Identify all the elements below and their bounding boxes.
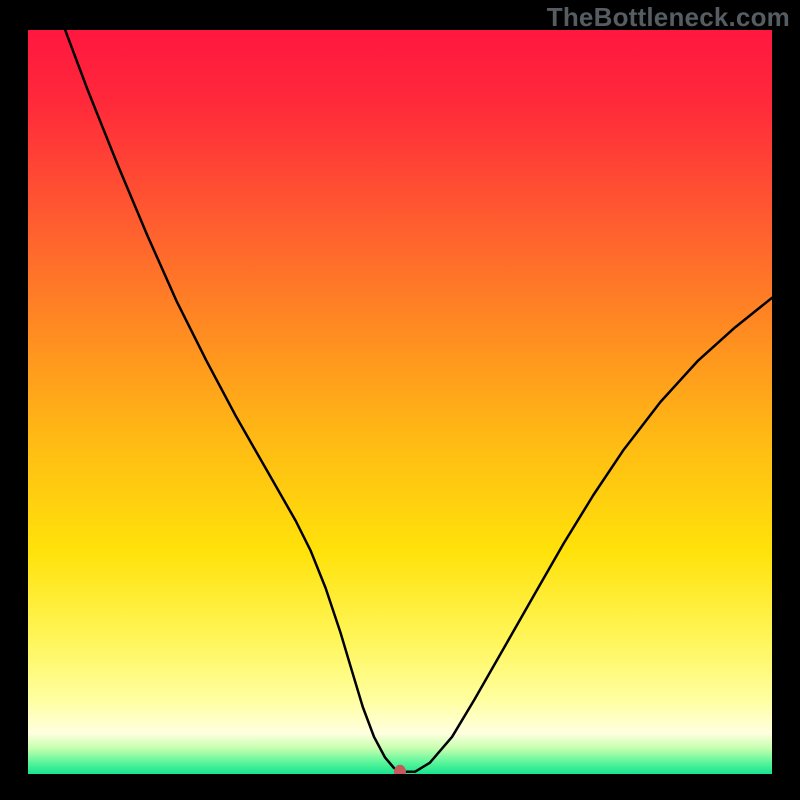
watermark-text: TheBottleneck.com [547,2,790,33]
bottleneck-chart [28,30,772,774]
chart-frame: TheBottleneck.com [0,0,800,800]
